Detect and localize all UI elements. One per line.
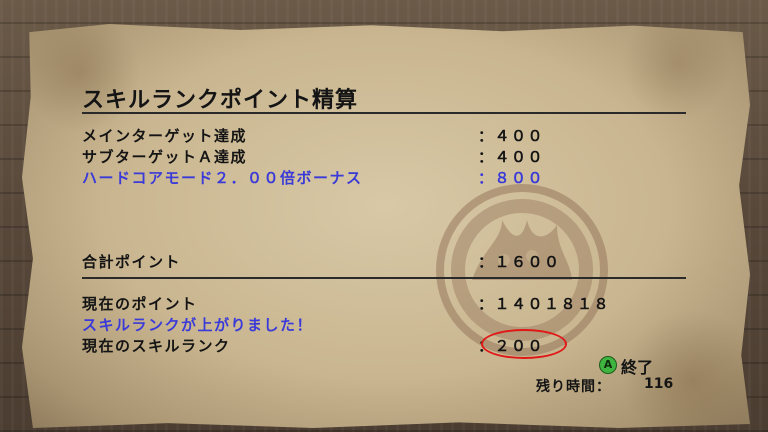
current-points-value: ：１４０１８１８	[478, 295, 611, 313]
current-points-label: 現在のポイント	[82, 295, 198, 313]
end-button-label[interactable]: 終了	[621, 354, 653, 378]
total-value: ：１６００	[478, 253, 561, 271]
a-button-icon[interactable]: A	[599, 356, 617, 374]
item-value-hardcore-bonus: ：８００	[478, 169, 545, 187]
current-rank-label: 現在のスキルランク	[82, 337, 231, 355]
time-remaining-value: 116	[644, 376, 674, 392]
item-label-hardcore-bonus: ハードコアモード２．００倍ボーナス	[82, 169, 363, 187]
rank-highlight-circle	[481, 329, 567, 359]
item-label-sub-target: サブターゲットＡ達成	[82, 148, 248, 166]
item-value-main-target: ：４００	[478, 127, 545, 145]
item-value-sub-target: ：４００	[478, 148, 545, 166]
time-remaining-label: 残り時間：	[536, 379, 611, 395]
item-label-main-target: メインターゲット達成	[82, 127, 248, 145]
title-divider	[82, 112, 686, 114]
total-label: 合計ポイント	[82, 253, 182, 271]
total-divider	[82, 277, 686, 279]
page-title: スキルランクポイント精算	[82, 88, 359, 113]
rank-up-message: スキルランクが上がりました！	[82, 316, 314, 334]
